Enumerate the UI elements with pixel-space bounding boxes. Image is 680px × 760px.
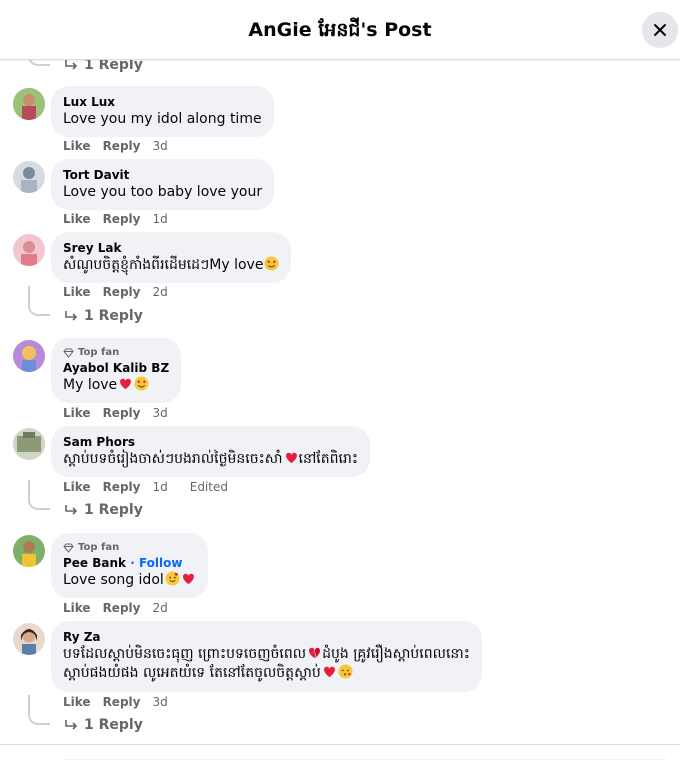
comment-bubble: Sam Phors ស្តាប់បទចំរៀងចាស់ៗបងរាល់ថ្ងៃមិ…	[51, 426, 370, 477]
comment-author[interactable]: Sam Phors	[63, 434, 358, 450]
reply-button[interactable]: Reply	[103, 406, 141, 420]
diamond-icon	[63, 348, 74, 358]
comment-time[interactable]: 2d	[152, 285, 167, 299]
comments-list[interactable]: 1 Reply Lux Lux Love you my idol along t…	[0, 60, 680, 746]
view-replies-link[interactable]: 1 Reply	[64, 60, 143, 73]
diamond-icon	[63, 543, 74, 553]
reply-button[interactable]: Reply	[103, 285, 141, 299]
comment-time[interactable]: 1d	[152, 212, 167, 226]
avatar[interactable]	[13, 88, 45, 120]
like-button[interactable]: Like	[63, 285, 91, 299]
comment-bubble: Lux Lux Love you my idol along time	[51, 86, 274, 137]
comment-bubble: Srey Lak សំណូបចិត្តខ្ញុំកាំងពីរដើមដេៗMy …	[51, 232, 292, 283]
comment-text: Love you too baby love your	[63, 184, 263, 200]
reply-arrow-icon	[65, 60, 78, 70]
comment-actions: Like Reply 2d	[63, 601, 168, 615]
comment-actions: Like Reply 3d	[63, 695, 168, 709]
comment-bubble: Top fan Ayabol Kalib BZ My love	[51, 338, 182, 403]
top-fan-badge: Top fan	[63, 346, 169, 360]
avatar[interactable]	[13, 623, 45, 655]
comment-bubble: Top fan Pee Bank · Follow Love song idol	[51, 533, 208, 598]
reply-arrow-icon	[65, 311, 78, 321]
reply-button[interactable]: Reply	[103, 139, 141, 153]
broken-heart-icon	[309, 647, 321, 659]
like-button[interactable]: Like	[63, 480, 91, 494]
comment-text: Love song idol	[63, 571, 196, 590]
comment-author[interactable]: Tort Davit	[63, 167, 262, 183]
comment-time[interactable]: 3d	[152, 695, 167, 709]
like-button[interactable]: Like	[63, 695, 91, 709]
comment-actions: Like Reply 1d Edited	[63, 480, 228, 494]
comment-actions: Like Reply 1d	[63, 212, 168, 226]
heart-eyes-emoji-icon	[264, 256, 279, 271]
comment-author[interactable]: Ayabol Kalib BZ	[63, 360, 169, 376]
kissing-heart-emoji-icon	[338, 664, 353, 679]
comment-author[interactable]: Srey Lak	[63, 240, 279, 256]
heart-eyes-emoji-icon	[134, 376, 149, 391]
close-icon	[654, 24, 666, 36]
reply-arrow-icon	[65, 720, 78, 730]
reply-button[interactable]: Reply	[103, 480, 141, 494]
view-replies-label: 1 Reply	[84, 60, 143, 73]
smiling-hearts-emoji-icon	[165, 571, 180, 586]
view-replies-link[interactable]: 1 Reply	[64, 717, 143, 733]
thread-connector	[28, 60, 50, 66]
comment-time[interactable]: 1d	[152, 480, 167, 494]
comment-text: បទដែលស្តាប់មិនចេះធុញ ព្រោះបទចេញចំពេល ដំបូ…	[63, 646, 470, 662]
edited-label: Edited	[189, 480, 228, 494]
top-fan-badge: Top fan	[63, 541, 196, 555]
reply-button[interactable]: Reply	[103, 695, 141, 709]
comment-text: My love	[63, 376, 169, 395]
comment-actions: Like Reply 3d	[63, 139, 168, 153]
thread-connector	[28, 286, 50, 316]
comment-time[interactable]: 3d	[152, 139, 167, 153]
view-replies-label: 1 Reply	[84, 717, 143, 733]
like-button[interactable]: Like	[63, 139, 91, 153]
comment-actions: Like Reply 3d	[63, 406, 168, 420]
red-heart-icon	[182, 573, 194, 585]
like-button[interactable]: Like	[63, 212, 91, 226]
comment-text: Love you my idol along time	[63, 111, 262, 127]
reply-button[interactable]: Reply	[103, 212, 141, 226]
like-button[interactable]: Like	[63, 406, 91, 420]
reply-button[interactable]: Reply	[103, 601, 141, 615]
like-button[interactable]: Like	[63, 601, 91, 615]
comment-composer-bar	[0, 744, 680, 760]
post-dialog-header: AnGie អែនជី's Post	[0, 0, 680, 60]
comment-author[interactable]: Lux Lux	[63, 94, 262, 110]
avatar[interactable]	[13, 428, 45, 460]
comment-bubble: Tort Davit Love you too baby love your	[51, 159, 275, 210]
avatar[interactable]	[13, 340, 45, 372]
red-heart-icon	[285, 452, 297, 464]
follow-button[interactable]: · Follow	[130, 556, 182, 570]
comment-author[interactable]: Ry Za	[63, 629, 470, 645]
comment-text: ស្តាប់បទចំរៀងចាស់ៗបងរាល់ថ្ងៃមិនចេះសាំ នៅត…	[63, 451, 358, 467]
comment-text-line-2: ស្តាប់ផងយំផង លូអេតយំទេ តែនៅតែចូលចិត្តស្ត…	[63, 664, 470, 683]
view-replies-label: 1 Reply	[84, 502, 143, 518]
avatar[interactable]	[13, 535, 45, 567]
close-button[interactable]	[642, 12, 678, 48]
view-replies-link[interactable]: 1 Reply	[64, 308, 143, 324]
view-replies-link[interactable]: 1 Reply	[64, 502, 143, 518]
thread-connector	[28, 695, 50, 725]
thread-connector	[28, 480, 50, 510]
view-replies-label: 1 Reply	[84, 308, 143, 324]
red-heart-icon	[120, 378, 132, 390]
page-title: AnGie អែនជី's Post	[248, 19, 432, 41]
avatar[interactable]	[13, 234, 45, 266]
comment-text: សំណូបចិត្តខ្ញុំកាំងពីរដើមដេៗMy love	[63, 256, 279, 275]
comment-time[interactable]: 2d	[152, 601, 167, 615]
comment-actions: Like Reply 2d	[63, 285, 168, 299]
reply-arrow-icon	[65, 505, 78, 515]
comment-author[interactable]: Pee Bank · Follow	[63, 555, 196, 571]
avatar[interactable]	[13, 161, 45, 193]
comment-time[interactable]: 3d	[152, 406, 167, 420]
comment-bubble: Ry Za បទដែលស្តាប់មិនចេះធុញ ព្រោះបទចេញចំព…	[51, 621, 482, 692]
red-heart-icon	[323, 666, 335, 678]
